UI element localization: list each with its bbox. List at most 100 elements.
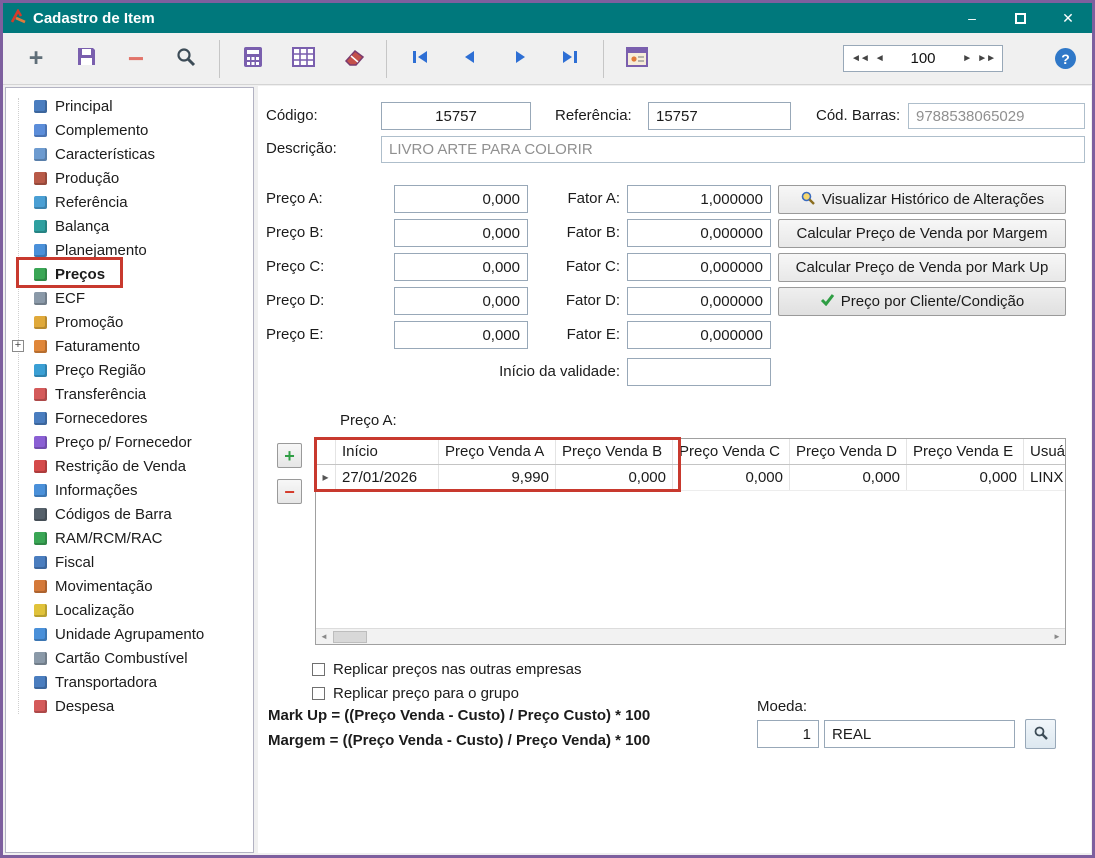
last-record-button[interactable] bbox=[553, 42, 587, 76]
sidebar-item-complemento[interactable]: Complemento bbox=[6, 118, 253, 142]
preco-e-input[interactable] bbox=[394, 321, 528, 349]
fator-a-input[interactable] bbox=[627, 185, 771, 213]
toolbar-separator bbox=[603, 40, 604, 78]
sidebar-item-despesa[interactable]: Despesa bbox=[6, 694, 253, 718]
fator-b-input[interactable] bbox=[627, 219, 771, 247]
minimize-button[interactable]: – bbox=[948, 3, 996, 33]
calcular-preco-markup-button[interactable]: Calcular Preço de Venda por Mark Up bbox=[778, 253, 1066, 282]
referencia-label: Referência: bbox=[555, 102, 632, 130]
sidebar-item-informacoes[interactable]: Informações bbox=[6, 478, 253, 502]
search-button[interactable] bbox=[169, 42, 203, 76]
cell-usuario: LINX bbox=[1024, 465, 1065, 490]
preco-d-input[interactable] bbox=[394, 287, 528, 315]
sidebar-item-ecf[interactable]: ECF bbox=[6, 286, 253, 310]
sidebar-item-fornecedores[interactable]: Fornecedores bbox=[6, 406, 253, 430]
spinner-last-icon[interactable]: ►► bbox=[974, 53, 998, 64]
sidebar-item-codigos-de-barra[interactable]: Códigos de Barra bbox=[6, 502, 253, 526]
table-row[interactable]: ▸ 27/01/2026 9,990 0,000 0,000 0,000 0,0… bbox=[316, 465, 1065, 491]
sidebar-item-caracteristicas[interactable]: Características bbox=[6, 142, 253, 166]
sidebar-item-producao[interactable]: Produção bbox=[6, 166, 253, 190]
preco-c-input[interactable] bbox=[394, 253, 528, 281]
sidebar-item-faturamento[interactable]: +Faturamento bbox=[6, 334, 253, 358]
sidebar-item-precos[interactable]: Preços bbox=[6, 262, 253, 286]
sidebar-item-transferencia[interactable]: Transferência bbox=[6, 382, 253, 406]
price-history-grid: Início Preço Venda A Preço Venda B Preço… bbox=[315, 438, 1066, 645]
maximize-button[interactable] bbox=[996, 3, 1044, 33]
next-record-button[interactable] bbox=[503, 42, 537, 76]
calcular-preco-margem-button[interactable]: Calcular Preço de Venda por Margem bbox=[778, 219, 1066, 248]
column-header-preco-venda-c[interactable]: Preço Venda C bbox=[673, 439, 790, 464]
sidebar-item-principal[interactable]: Principal bbox=[6, 94, 253, 118]
cod-barras-input[interactable] bbox=[908, 103, 1085, 129]
help-button[interactable]: ? bbox=[1055, 48, 1076, 69]
report-button[interactable] bbox=[620, 42, 654, 76]
add-record-button[interactable]: + bbox=[19, 42, 53, 76]
sidebar-item-referencia[interactable]: Referência bbox=[6, 190, 253, 214]
preco-por-cliente-button[interactable]: Preço por Cliente/Condição bbox=[778, 287, 1066, 316]
horizontal-scrollbar[interactable]: ◄ ► bbox=[316, 628, 1065, 644]
preco-b-input[interactable] bbox=[394, 219, 528, 247]
spinner-prev-icon[interactable]: ◄ bbox=[872, 53, 887, 64]
minus-icon: − bbox=[128, 45, 144, 73]
delete-record-button[interactable]: − bbox=[119, 42, 153, 76]
column-header-preco-venda-d[interactable]: Preço Venda D bbox=[790, 439, 907, 464]
expand-icon[interactable]: + bbox=[12, 340, 24, 352]
sidebar-item-transportadora[interactable]: Transportadora bbox=[6, 670, 253, 694]
scroll-right-icon[interactable]: ► bbox=[1049, 632, 1065, 641]
sidebar-item-ram-rcm-rac[interactable]: RAM/RCM/RAC bbox=[6, 526, 253, 550]
toolbar-separator bbox=[219, 40, 220, 78]
close-button[interactable]: ✕ bbox=[1044, 3, 1092, 33]
preco-a-input[interactable] bbox=[394, 185, 528, 213]
sidebar-item-balanca[interactable]: Balança bbox=[6, 214, 253, 238]
replicar-empresas-checkbox[interactable] bbox=[312, 663, 325, 676]
visualizar-historico-button[interactable]: Visualizar Histórico de Alterações bbox=[778, 185, 1066, 214]
sidebar-item-preco-regiao[interactable]: Preço Região bbox=[6, 358, 253, 382]
record-number-value[interactable]: 100 bbox=[887, 50, 960, 67]
column-header-preco-venda-b[interactable]: Preço Venda B bbox=[556, 439, 673, 464]
sidebar-item-fiscal[interactable]: Fiscal bbox=[6, 550, 253, 574]
sidebar-item-promocao[interactable]: Promoção bbox=[6, 310, 253, 334]
column-header-preco-venda-a[interactable]: Preço Venda A bbox=[439, 439, 556, 464]
previous-record-button[interactable] bbox=[453, 42, 487, 76]
scrollbar-thumb[interactable] bbox=[333, 631, 367, 643]
fator-d-input[interactable] bbox=[627, 287, 771, 315]
spinner-first-icon[interactable]: ◄◄ bbox=[848, 53, 872, 64]
sidebar-item-cartao-combustivel[interactable]: Cartão Combustível bbox=[6, 646, 253, 670]
inicio-validade-input[interactable] bbox=[627, 358, 771, 386]
sidebar-item-restricao-de-venda[interactable]: Restrição de Venda bbox=[6, 454, 253, 478]
replicar-grupo-option[interactable]: Replicar preço para o grupo bbox=[312, 684, 519, 702]
column-header-usuario[interactable]: Usuá bbox=[1024, 439, 1065, 464]
column-header-preco-venda-e[interactable]: Preço Venda E bbox=[907, 439, 1024, 464]
sidebar-item-planejamento[interactable]: Planejamento bbox=[6, 238, 253, 262]
referencia-input[interactable] bbox=[648, 102, 791, 130]
cadastro-de-item-window: Cadastro de Item – ✕ + − bbox=[0, 0, 1095, 858]
sidebar-item-movimentacao[interactable]: Movimentação bbox=[6, 574, 253, 598]
codigo-input[interactable] bbox=[381, 102, 531, 130]
sidebar-item-unidade-agrupamento[interactable]: Unidade Agrupamento bbox=[6, 622, 253, 646]
codigo-label: Código: bbox=[266, 102, 318, 130]
grid-add-button[interactable]: + bbox=[277, 443, 302, 468]
spinner-next-icon[interactable]: ► bbox=[959, 53, 974, 64]
grid-remove-button[interactable]: − bbox=[277, 479, 302, 504]
moeda-nome-input[interactable] bbox=[824, 720, 1015, 748]
moeda-codigo-input[interactable] bbox=[757, 720, 819, 748]
fator-b-label: Fator B: bbox=[548, 219, 620, 247]
fator-e-input[interactable] bbox=[627, 321, 771, 349]
fator-c-input[interactable] bbox=[627, 253, 771, 281]
column-header-inicio[interactable]: Início bbox=[336, 439, 439, 464]
fator-c-label: Fator C: bbox=[548, 253, 620, 281]
sidebar-item-localizacao[interactable]: Localização bbox=[6, 598, 253, 622]
replicar-grupo-checkbox[interactable] bbox=[312, 687, 325, 700]
sidebar-item-preco-p-fornecedor[interactable]: Preço p/ Fornecedor bbox=[6, 430, 253, 454]
first-record-button[interactable] bbox=[403, 42, 437, 76]
cell-preco-venda-c: 0,000 bbox=[673, 465, 790, 490]
replicar-empresas-label: Replicar preços nas outras empresas bbox=[333, 661, 581, 678]
clear-button[interactable] bbox=[336, 42, 370, 76]
calculator-button[interactable] bbox=[236, 42, 270, 76]
grid-view-button[interactable] bbox=[286, 42, 320, 76]
replicar-empresas-option[interactable]: Replicar preços nas outras empresas bbox=[312, 660, 581, 678]
descricao-input[interactable] bbox=[381, 136, 1085, 163]
scroll-left-icon[interactable]: ◄ bbox=[316, 632, 332, 641]
save-button[interactable] bbox=[69, 42, 103, 76]
moeda-search-button[interactable] bbox=[1025, 719, 1056, 749]
